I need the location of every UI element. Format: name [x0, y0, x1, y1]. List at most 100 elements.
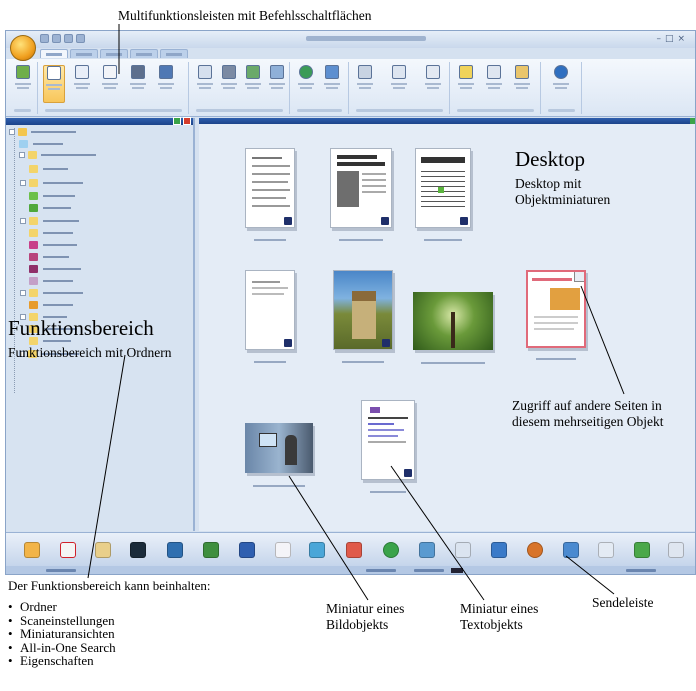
- save-icon[interactable]: [40, 34, 49, 43]
- image-thumbnail[interactable]: [333, 270, 393, 363]
- search-button[interactable]: [550, 65, 572, 103]
- arrange-button[interactable]: [422, 65, 444, 103]
- image-thumbnail[interactable]: [245, 423, 313, 487]
- desktop-subtitle: Desktop mit Objektminiaturen: [515, 176, 611, 207]
- stamp-button[interactable]: [511, 65, 533, 103]
- sendbar-caption: Sendeleiste: [592, 595, 654, 610]
- page-flip-icon[interactable]: [284, 339, 292, 347]
- tab-item[interactable]: [70, 49, 98, 58]
- thumbnail-button[interactable]: [99, 65, 121, 103]
- ribbon-group-view: [39, 62, 189, 114]
- scan-settings-button[interactable]: [127, 65, 149, 103]
- camera-icon[interactable]: [130, 542, 146, 558]
- page-flip-icon[interactable]: [574, 272, 584, 282]
- quick-access-toolbar: [40, 34, 85, 43]
- rotate-button[interactable]: [295, 65, 317, 103]
- image-thumbnail[interactable]: [413, 292, 493, 364]
- tab-tools[interactable]: [130, 49, 158, 58]
- network-icon[interactable]: [563, 542, 579, 558]
- window-title: [306, 36, 426, 41]
- browser-icon[interactable]: [383, 542, 399, 558]
- list-item: Ordner: [8, 600, 116, 614]
- excel-icon[interactable]: [203, 542, 219, 558]
- search-icon[interactable]: [491, 542, 507, 558]
- dropdown-icon[interactable]: [76, 34, 85, 43]
- ribbon-group-create: [190, 62, 290, 114]
- photoshop-icon[interactable]: [167, 542, 183, 558]
- list-item: Eigenschaften: [8, 654, 116, 668]
- scan-button[interactable]: [12, 65, 34, 103]
- copy-button[interactable]: [388, 65, 410, 103]
- desktop-title: Desktop: [515, 147, 585, 171]
- stack-button[interactable]: [266, 65, 288, 103]
- ribbon-group-edit: [291, 62, 349, 114]
- redo-icon[interactable]: [64, 34, 73, 43]
- tab-desktop[interactable]: [40, 49, 68, 58]
- desktop-header: [199, 118, 695, 124]
- create-pdf-button[interactable]: [194, 65, 216, 103]
- list-item: All-in-One Search: [8, 640, 116, 655]
- pdf-icon[interactable]: [60, 542, 76, 558]
- page-flip-icon[interactable]: [284, 217, 292, 225]
- presentation-icon[interactable]: [346, 542, 362, 558]
- multipage-access-note: Zugriff auf andere Seiten in diesem mehr…: [512, 398, 664, 429]
- viewer-icon[interactable]: [309, 542, 325, 558]
- close-icon[interactable]: [183, 117, 191, 125]
- function-pane-title: Funktionsbereich: [8, 316, 154, 340]
- pageviewer-button[interactable]: [71, 65, 93, 103]
- pin-icon[interactable]: [173, 117, 181, 125]
- spreadsheet-thumbnail[interactable]: [415, 148, 471, 241]
- mail-icon[interactable]: [455, 542, 471, 558]
- chart-icon[interactable]: [598, 542, 614, 558]
- send-bar: [6, 532, 695, 566]
- move-button[interactable]: [354, 65, 376, 103]
- ribbon-group-search: [542, 62, 582, 114]
- ftp-icon[interactable]: [419, 542, 435, 558]
- recycle-icon[interactable]: [634, 542, 650, 558]
- app-orb-icon[interactable]: [10, 35, 36, 61]
- text-thumbnail-caption: Miniatur eines Textobjekts: [460, 601, 539, 632]
- share-icon[interactable]: [527, 542, 543, 558]
- ribbon-group-annotate: [451, 62, 541, 114]
- page-flip-icon[interactable]: [460, 217, 468, 225]
- image-thumbnail-caption: Miniatur eines Bildobjekts: [326, 601, 405, 632]
- desktop-view-button[interactable]: [43, 65, 65, 103]
- ocr-button[interactable]: [242, 65, 264, 103]
- paperport-window: –□×: [5, 30, 696, 575]
- tab-help[interactable]: [160, 49, 188, 58]
- function-pane-contents-heading: Der Funktionsbereich kann beinhalten:: [8, 578, 211, 593]
- document-thumbnail[interactable]: [245, 148, 295, 241]
- ribbon-group-scan: [8, 62, 38, 114]
- send-to-app-icon[interactable]: [24, 542, 40, 558]
- ribbon-annotation: Multifunktionsleisten mit Befehlsschaltf…: [118, 8, 372, 23]
- text-thumbnail[interactable]: [361, 400, 415, 493]
- title-bar: –□×: [6, 31, 695, 48]
- status-bar: [6, 566, 695, 574]
- function-pane-header: [6, 117, 193, 125]
- refresh-button[interactable]: [321, 65, 343, 103]
- multipage-thumbnail[interactable]: [526, 270, 586, 360]
- properties-button[interactable]: [155, 65, 177, 103]
- undo-icon[interactable]: [52, 34, 61, 43]
- function-pane-subtitle: Funktionsbereich mit Ordnern: [8, 345, 172, 360]
- note-button[interactable]: [455, 65, 477, 103]
- word-icon[interactable]: [239, 542, 255, 558]
- ribbon-tabs: [40, 49, 188, 59]
- ribbon-group-organize: [350, 62, 450, 114]
- fax-icon[interactable]: [668, 542, 684, 558]
- paint-icon[interactable]: [95, 542, 111, 558]
- list-item: Scaneinstellungen: [8, 613, 116, 628]
- function-pane-contents-list: Ordner Scaneinstellungen Miniaturansicht…: [8, 600, 116, 668]
- notepad-icon[interactable]: [275, 542, 291, 558]
- combine-button[interactable]: [218, 65, 240, 103]
- highlight-button[interactable]: [483, 65, 505, 103]
- document-thumbnail[interactable]: [330, 148, 392, 241]
- list-item: Miniaturansichten: [8, 627, 116, 641]
- page-flip-icon[interactable]: [382, 339, 390, 347]
- page-flip-icon[interactable]: [381, 217, 389, 225]
- document-thumbnail[interactable]: [245, 270, 295, 363]
- tab-view[interactable]: [100, 49, 128, 58]
- ribbon: [6, 59, 695, 117]
- page-flip-icon[interactable]: [404, 469, 412, 477]
- window-controls[interactable]: –□×: [656, 34, 689, 44]
